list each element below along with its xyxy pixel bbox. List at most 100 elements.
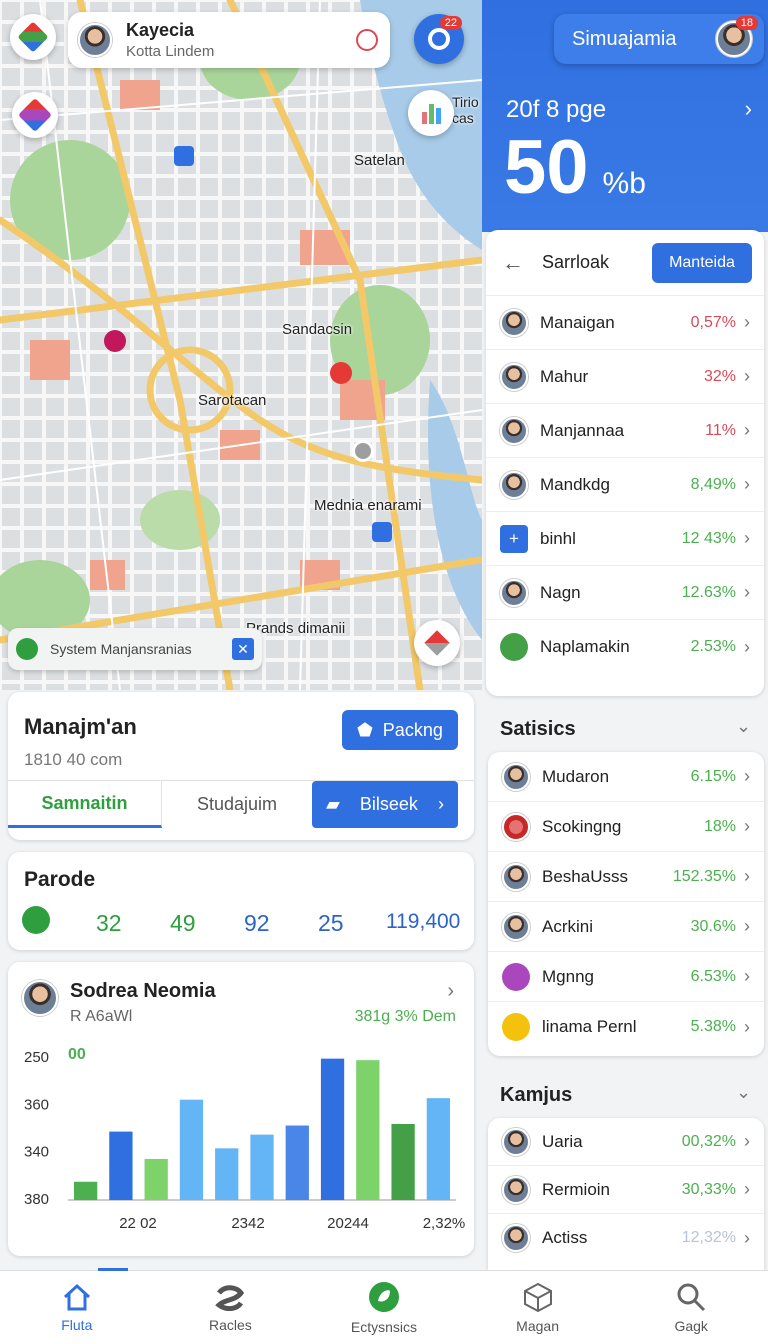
chevron-down-icon[interactable]: ⌄	[736, 1082, 751, 1103]
map-pin-icon[interactable]	[174, 146, 194, 166]
map-pin-icon[interactable]	[372, 522, 392, 542]
list-item[interactable]: linama Pernl 5.38% ›	[488, 1002, 764, 1052]
chevron-right-icon: ›	[744, 420, 750, 440]
list-item[interactable]: Rermioin 30,33% ›	[488, 1166, 764, 1214]
app-icon	[502, 1013, 530, 1041]
manage-card: Manajm'an 1810 40 com ⬟ Packng Samnaitin…	[8, 692, 474, 840]
compass-icon[interactable]	[414, 620, 460, 666]
app-icon	[502, 962, 530, 991]
x-tick-label: 2,32%	[423, 1215, 466, 1232]
y-tick-label: 360	[24, 1096, 49, 1113]
list-item[interactable]: Manjannaa 11% ›	[486, 404, 764, 458]
chart-card: Sodrea Neomia R A6aWl › 381g 3% Dem 00 2…	[8, 962, 474, 1256]
nav-item-ectysnsics[interactable]: Ectysnsics	[307, 1271, 461, 1344]
chevron-right-icon: ›	[744, 1179, 750, 1199]
list-item[interactable]: Uaria 00,32% ›	[488, 1118, 764, 1166]
map-pin-icon[interactable]	[104, 330, 126, 352]
summary-header: Simuajamia 18 20f 8 pge › 50 %b	[482, 0, 768, 232]
list-items: Manaigan 0,57% › Mahur 32% › Manjannaa 11% › M…	[486, 296, 764, 674]
tag-icon: ⬟	[357, 719, 373, 740]
app-logo-icon[interactable]	[10, 14, 56, 60]
leaf-icon	[368, 1281, 399, 1312]
bar[interactable]	[356, 1060, 380, 1200]
packing-button[interactable]: ⬟ Packng	[342, 710, 458, 750]
nav-item-fluta[interactable]: Fluta	[0, 1271, 154, 1344]
tab-samnaitin[interactable]: Samnaitin	[8, 781, 162, 828]
manage-title: Manajm'an	[24, 714, 137, 739]
bar[interactable]	[426, 1098, 451, 1200]
bar[interactable]	[144, 1158, 168, 1200]
y-tick-label: 340	[24, 1144, 49, 1161]
avatar-badge: 18	[735, 16, 758, 30]
list-item[interactable]: BeshaUsss 152.35% ›	[488, 852, 764, 902]
x-tick-label: 22 02	[119, 1215, 157, 1232]
map-pin-icon[interactable]	[352, 440, 374, 462]
list-search-label: Sarrloak	[542, 252, 610, 272]
list-panel: ← Sarrloak Manteida Manaigan 0,57% › Mahur…	[486, 230, 764, 696]
chevron-right-icon: ›	[744, 866, 750, 886]
list-item[interactable]: Mudaron 6.15% ›	[488, 752, 764, 802]
close-icon[interactable]: ✕	[232, 638, 254, 660]
layers-icon	[215, 1284, 245, 1311]
manage-subtitle: 1810 40 com	[24, 750, 123, 769]
back-arrow-icon[interactable]: ←	[502, 250, 524, 276]
chevron-down-icon[interactable]: ⌄	[736, 716, 751, 737]
list-item[interactable]: Mandkdg 8,49% ›	[486, 458, 764, 512]
leaf-icon	[500, 633, 528, 661]
list-item[interactable]: + binhl 12 43% ›	[486, 512, 764, 566]
chevron-right-icon: ›	[744, 816, 750, 836]
profile-pill-label: Simuajamia	[572, 27, 677, 50]
search-icon	[677, 1283, 706, 1311]
bar[interactable]	[320, 1058, 345, 1200]
bar[interactable]	[109, 1131, 133, 1200]
place-label: Mednia enarami	[314, 497, 422, 514]
bar[interactable]	[215, 1148, 239, 1200]
chevron-right-icon: ›	[744, 582, 750, 602]
tab-studajuim[interactable]: Studajuim	[162, 781, 312, 828]
map-view[interactable]: Satelan Tirio cas Sandacsin Sarotacan Me…	[0, 0, 482, 690]
list-item[interactable]: Naplamakin 2.53% ›	[486, 620, 764, 674]
notification-button[interactable]: 22	[414, 14, 464, 64]
kamjus-title: Kamjus	[500, 1084, 573, 1106]
big-unit: %b	[602, 167, 646, 200]
nav-item-gagk[interactable]: Gagk	[614, 1271, 768, 1344]
list-item[interactable]: Acrkini 30.6% ›	[488, 902, 764, 952]
place-label: Satelan	[354, 152, 405, 169]
layers-icon[interactable]	[12, 92, 58, 138]
x-tick-label: 20244	[327, 1215, 369, 1232]
bar-chart: 250 360 340 380 22 02 2342 20244 2,32%	[24, 1049, 466, 1232]
bar[interactable]	[285, 1125, 309, 1200]
nav-item-racles[interactable]: Racles	[154, 1271, 308, 1344]
chevron-right-icon[interactable]: ›	[745, 96, 752, 122]
map-pin-icon[interactable]	[330, 362, 352, 384]
chart-icon[interactable]	[408, 90, 454, 136]
record-icon[interactable]	[356, 29, 378, 51]
parode-value: 119,400	[386, 910, 461, 933]
home-icon	[63, 1283, 90, 1310]
check-shield-icon	[16, 638, 38, 660]
parode-value: 32	[96, 910, 122, 936]
list-item[interactable]: Actiss 12,32% ›	[488, 1214, 764, 1262]
bar[interactable]	[179, 1099, 204, 1200]
list-item[interactable]: Scokingng 18% ›	[488, 802, 764, 852]
plus-icon: +	[500, 524, 528, 553]
header-subtitle: 20f 8 pge	[506, 96, 607, 123]
parode-card: Parode 32 49 92 25 119,400	[8, 852, 474, 950]
chevron-right-icon: ›	[744, 916, 750, 936]
bar[interactable]	[250, 1134, 274, 1200]
nav-item-magan[interactable]: Magan	[461, 1271, 615, 1344]
toast-text: System Manjansranias	[50, 641, 192, 657]
list-item[interactable]: Nagn 12.63% ›	[486, 566, 764, 620]
user-chip[interactable]: Kayecia Kotta Lindem	[68, 12, 390, 68]
chevron-right-icon: ›	[744, 366, 750, 386]
tab-bilseek[interactable]: ▰ Bilseek ›	[312, 781, 458, 828]
list-action-button[interactable]: Manteida	[652, 242, 752, 283]
cube-icon	[523, 1282, 552, 1312]
profile-pill[interactable]: Simuajamia 18	[554, 14, 764, 64]
list-item[interactable]: Mgnng 6.53% ›	[488, 952, 764, 1002]
list-item[interactable]: Manaigan 0,57% ›	[486, 296, 764, 350]
bar[interactable]	[391, 1124, 415, 1200]
bar[interactable]	[73, 1181, 98, 1200]
list-item[interactable]: Mahur 32% ›	[486, 350, 764, 404]
chevron-right-icon: ›	[744, 766, 750, 786]
